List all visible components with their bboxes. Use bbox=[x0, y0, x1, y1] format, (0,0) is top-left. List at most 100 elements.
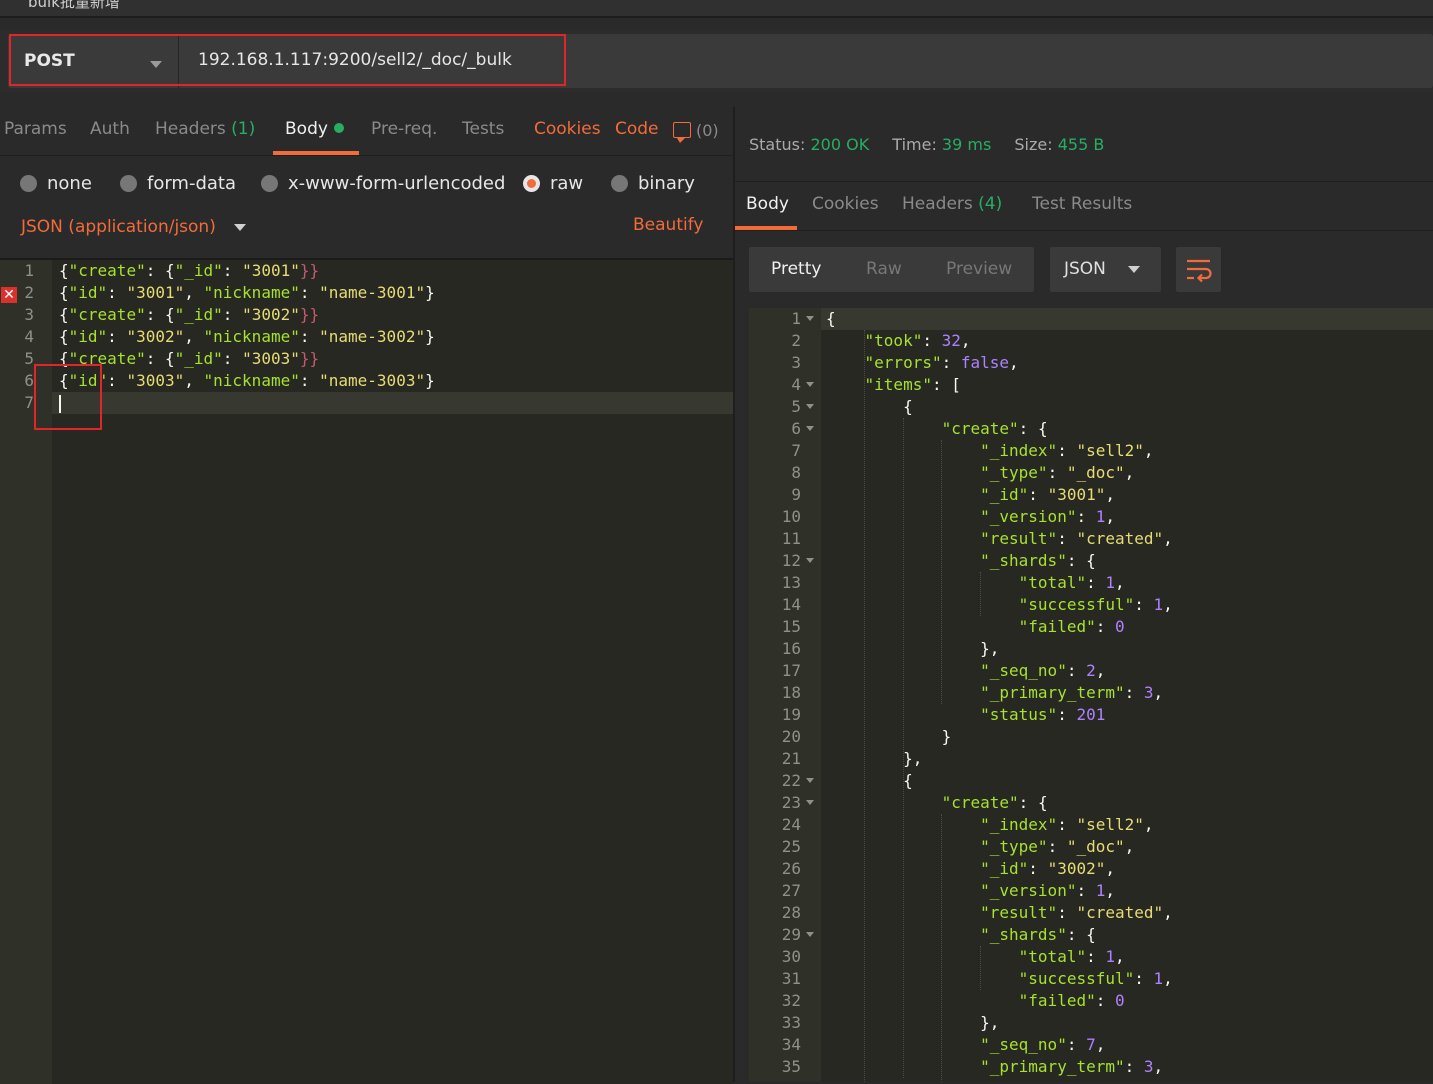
response-line: 23 "create": { bbox=[749, 792, 1433, 814]
editor-line[interactable]: 1 {"create": {"_id": "3001"}} bbox=[0, 260, 733, 282]
fold-arrow-icon[interactable] bbox=[806, 426, 814, 431]
chevron-down-icon bbox=[1128, 266, 1140, 273]
time-value[interactable]: 39 ms bbox=[942, 135, 991, 154]
line-text: "_version": 1, bbox=[980, 881, 1116, 900]
editor-line[interactable]: 2 {"id": "3001", "nickname": "name-3001"} bbox=[0, 282, 733, 304]
top-tab-strip: bulk批量新增 bbox=[0, 0, 1433, 18]
response-line: 15 "failed": 0 bbox=[749, 616, 1433, 638]
response-line: 33 }, bbox=[749, 1012, 1433, 1034]
response-line: 3 "errors": false, bbox=[749, 352, 1433, 374]
line-text: "failed": 0 bbox=[1018, 617, 1125, 636]
tab-params[interactable]: Params bbox=[4, 119, 67, 139]
line-text: {"id": "3001", "nickname": "name-3001"} bbox=[59, 283, 435, 302]
line-number: 26 bbox=[781, 859, 801, 878]
response-line: 5 { bbox=[749, 396, 1433, 418]
fold-arrow-icon[interactable] bbox=[806, 558, 814, 563]
response-tab-body[interactable]: Body bbox=[746, 194, 789, 214]
tab-tests[interactable]: Tests bbox=[462, 119, 504, 139]
tab-body[interactable]: Body bbox=[285, 119, 344, 139]
size-value[interactable]: 455 B bbox=[1058, 135, 1105, 154]
line-number: 16 bbox=[781, 639, 801, 658]
line-number: 13 bbox=[781, 573, 801, 592]
fold-arrow-icon[interactable] bbox=[806, 316, 814, 321]
tab-pre-request[interactable]: Pre-req. bbox=[371, 119, 437, 139]
fold-arrow-icon[interactable] bbox=[806, 382, 814, 387]
radio-none[interactable]: none bbox=[20, 173, 92, 194]
active-response-tab-indicator bbox=[735, 226, 797, 230]
code-link[interactable]: Code bbox=[615, 119, 659, 139]
line-text: "_seq_no": 2, bbox=[980, 661, 1106, 680]
radio-binary[interactable]: binary bbox=[611, 173, 695, 194]
beautify-button[interactable]: Beautify bbox=[633, 215, 703, 235]
fold-arrow-icon[interactable] bbox=[806, 800, 814, 805]
radio-form-data[interactable]: form-data bbox=[120, 173, 236, 194]
line-number: 1 bbox=[24, 261, 34, 280]
comment-icon[interactable] bbox=[673, 122, 691, 143]
wrap-lines-button[interactable] bbox=[1176, 247, 1221, 292]
chevron-down-icon[interactable] bbox=[234, 224, 246, 231]
response-line: 32 "failed": 0 bbox=[749, 990, 1433, 1012]
editor-line[interactable]: 4 {"id": "3002", "nickname": "name-3002"} bbox=[0, 326, 733, 348]
response-line: 9 "_id": "3001", bbox=[749, 484, 1433, 506]
line-number: 5 bbox=[791, 397, 801, 416]
editor-line[interactable]: 7 bbox=[0, 392, 733, 414]
line-text: "status": 201 bbox=[980, 705, 1106, 724]
size-label: Size: bbox=[1014, 135, 1053, 154]
fold-arrow-icon[interactable] bbox=[806, 778, 814, 783]
cookies-link[interactable]: Cookies bbox=[534, 119, 601, 139]
editor-line[interactable]: 3 {"create": {"_id": "3002"}} bbox=[0, 304, 733, 326]
tab-headers[interactable]: Headers (1) bbox=[155, 119, 255, 139]
line-number: 31 bbox=[781, 969, 801, 988]
view-preview[interactable]: Preview bbox=[946, 259, 1012, 279]
tab-body-label: Body bbox=[285, 119, 328, 139]
response-line: 14 "successful": 1, bbox=[749, 594, 1433, 616]
radio-urlencoded[interactable]: x-www-form-urlencoded bbox=[261, 173, 505, 194]
radio-raw[interactable]: raw bbox=[523, 173, 583, 194]
line-number: 4 bbox=[791, 375, 801, 394]
view-raw[interactable]: Raw bbox=[866, 259, 902, 279]
response-tab-headers-label: Headers bbox=[902, 194, 973, 214]
response-tab-test-results[interactable]: Test Results bbox=[1032, 194, 1132, 214]
response-line: 27 "_version": 1, bbox=[749, 880, 1433, 902]
fold-arrow-icon[interactable] bbox=[806, 404, 814, 409]
editor-line[interactable]: 6 {"id": "3003", "nickname": "name-3003"} bbox=[0, 370, 733, 392]
response-format-select[interactable]: JSON bbox=[1050, 247, 1161, 292]
line-text: "_seq_no": 7, bbox=[980, 1035, 1106, 1054]
time-label: Time: bbox=[892, 135, 937, 154]
line-number: 7 bbox=[24, 393, 34, 412]
line-text: { bbox=[903, 397, 913, 416]
response-line: 10 "_version": 1, bbox=[749, 506, 1433, 528]
line-text: "_id": "3001", bbox=[980, 485, 1116, 504]
view-pretty[interactable]: Pretty bbox=[771, 259, 821, 279]
line-number: 10 bbox=[781, 507, 801, 526]
response-tab-headers[interactable]: Headers (4) bbox=[902, 194, 1002, 214]
line-text: "successful": 1, bbox=[1018, 595, 1173, 614]
fold-arrow-icon[interactable] bbox=[806, 932, 814, 937]
line-number: 20 bbox=[781, 727, 801, 746]
request-body-editor[interactable]: 1 {"create": {"_id": "3001"}} 2 {"id": "300… bbox=[0, 258, 733, 1084]
response-body-viewer[interactable]: 1{2 "took": 32, 3 "errors": false, 4 "item… bbox=[749, 308, 1433, 1082]
line-text: "items": [ bbox=[864, 375, 961, 394]
response-tab-cookies[interactable]: Cookies bbox=[812, 194, 879, 214]
line-number: 6 bbox=[24, 371, 34, 390]
response-line: 25 "_type": "_doc", bbox=[749, 836, 1433, 858]
response-tabs: Body Cookies Headers (4) Test Results bbox=[735, 181, 1433, 231]
response-line: 19 "status": 201 bbox=[749, 704, 1433, 726]
response-line: 30 "total": 1, bbox=[749, 946, 1433, 968]
highlight-box-line bbox=[34, 364, 102, 430]
line-number: 8 bbox=[791, 463, 801, 482]
line-number: 18 bbox=[781, 683, 801, 702]
tab-auth[interactable]: Auth bbox=[90, 119, 130, 139]
response-line: 20 } bbox=[749, 726, 1433, 748]
status-value[interactable]: 200 OK bbox=[810, 135, 869, 154]
content-type-select[interactable]: JSON (application/json) bbox=[21, 217, 216, 237]
editor-line[interactable]: 5 {"create": {"_id": "3003"}} bbox=[0, 348, 733, 370]
line-number: 14 bbox=[781, 595, 801, 614]
error-x-icon[interactable]: ✕ bbox=[1, 287, 17, 303]
request-tabs: Params Auth Headers (1) Body Pre-req. Te… bbox=[0, 107, 733, 156]
response-line: 17 "_seq_no": 2, bbox=[749, 660, 1433, 682]
radio-circle-icon bbox=[120, 175, 137, 192]
line-text: {"id": "3003", "nickname": "name-3003"} bbox=[59, 371, 435, 390]
line-text: "errors": false, bbox=[864, 353, 1019, 372]
radio-binary-label: binary bbox=[638, 173, 695, 194]
